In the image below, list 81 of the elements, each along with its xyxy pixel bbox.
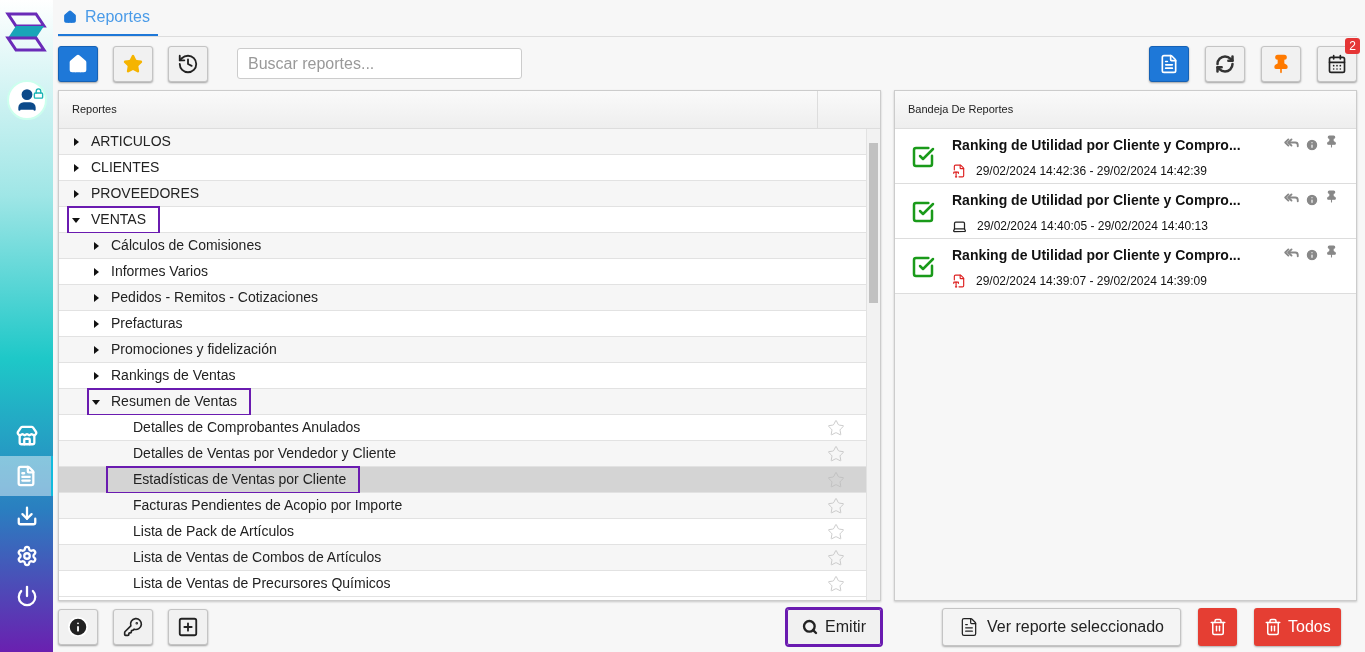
laptop-icon bbox=[952, 218, 967, 234]
info-icon bbox=[67, 615, 89, 638]
tree-folder-item[interactable]: ARTICULOS bbox=[69, 129, 183, 154]
tray-item[interactable]: Ranking de Utilidad por Cliente y Compro... 29/02/2024 14:40:05 - 29/02/2024 14:40:13 bbox=[895, 184, 1356, 239]
reply-all-icon[interactable] bbox=[1284, 245, 1299, 260]
report-title: Ranking de Utilidad por Cliente y Compro... bbox=[952, 246, 1242, 265]
scrollbar[interactable] bbox=[866, 129, 880, 600]
reply-all-icon[interactable] bbox=[1284, 190, 1299, 205]
report-time-range: 29/02/2024 14:40:05 - 29/02/2024 14:40:13 bbox=[977, 218, 1208, 235]
tree-report-item[interactable]: Detalles de Comprobantes Anulados bbox=[108, 415, 373, 440]
report-time-range: 29/02/2024 14:39:07 - 29/02/2024 14:39:09 bbox=[976, 273, 1207, 290]
favorite-star-icon[interactable] bbox=[827, 574, 845, 593]
info-icon[interactable] bbox=[1305, 138, 1319, 152]
tray-item[interactable]: Ranking de Utilidad por Cliente y Compro... 29/02/2024 14:42:36 - 29/02/2024 14:42:39 bbox=[895, 129, 1356, 184]
pin-button[interactable] bbox=[1261, 45, 1301, 82]
document-icon bbox=[959, 616, 979, 637]
pdf-icon bbox=[952, 274, 966, 288]
info-icon[interactable] bbox=[1305, 193, 1319, 207]
document-icon bbox=[1159, 53, 1179, 74]
user-avatar[interactable] bbox=[6, 80, 47, 120]
logo-icon bbox=[4, 12, 49, 52]
tree-folder-item[interactable]: VENTAS bbox=[69, 207, 158, 232]
report-time-range: 29/02/2024 14:42:36 - 29/02/2024 14:42:39 bbox=[976, 163, 1207, 180]
search-icon bbox=[802, 618, 819, 635]
tree-folder-item[interactable]: Prefacturas bbox=[89, 311, 195, 336]
settings-icon bbox=[15, 545, 38, 567]
calendar-icon bbox=[1327, 53, 1347, 74]
tray-item[interactable]: Ranking de Utilidad por Cliente y Compro... 29/02/2024 14:39:07 - 29/02/2024 14:39:09 bbox=[895, 239, 1356, 294]
info-icon[interactable] bbox=[1305, 248, 1319, 262]
panel-header: Bandeja De Reportes bbox=[907, 102, 1014, 118]
favorite-star-icon[interactable] bbox=[827, 496, 845, 515]
check-icon bbox=[911, 145, 935, 169]
notification-badge: 2 bbox=[1345, 37, 1360, 54]
emit-button[interactable]: Emitir bbox=[787, 608, 881, 645]
download-icon bbox=[15, 505, 38, 527]
power-icon bbox=[15, 585, 38, 607]
search-field[interactable]: Buscar reportes... bbox=[237, 48, 522, 79]
tree-report-item[interactable]: Lista de Pack de Artículos bbox=[108, 519, 307, 544]
home-button[interactable] bbox=[58, 45, 98, 82]
lock-icon bbox=[32, 88, 44, 99]
check-icon bbox=[911, 255, 935, 279]
add-button[interactable] bbox=[168, 608, 208, 645]
tree-folder-item[interactable]: Informes Varios bbox=[89, 259, 220, 284]
report-title: Ranking de Utilidad por Cliente y Compro... bbox=[952, 191, 1242, 210]
tree-report-item[interactable]: Lista de Ventas de Precursores Químicos bbox=[108, 571, 403, 596]
key-icon bbox=[123, 616, 143, 637]
reports-button[interactable] bbox=[1149, 45, 1189, 82]
report-title: Ranking de Utilidad por Cliente y Compro... bbox=[952, 136, 1242, 155]
store-icon bbox=[15, 425, 38, 447]
reply-all-icon[interactable] bbox=[1284, 135, 1299, 150]
pin-icon[interactable] bbox=[1325, 190, 1338, 203]
favorite-star-icon[interactable] bbox=[827, 548, 845, 567]
pdf-icon bbox=[952, 164, 966, 178]
delete-all-button[interactable]: Todos bbox=[1254, 607, 1341, 646]
panel-header: Reportes bbox=[71, 102, 118, 118]
star-icon bbox=[123, 53, 143, 74]
home-icon bbox=[68, 53, 88, 74]
delete-button[interactable] bbox=[1198, 607, 1237, 646]
trash-icon bbox=[1264, 617, 1282, 636]
check-icon bbox=[911, 200, 935, 224]
tree-folder-item[interactable]: Rankings de Ventas bbox=[89, 363, 248, 388]
home-icon bbox=[63, 10, 77, 24]
trash-icon bbox=[1208, 617, 1227, 636]
tree-folder-item[interactable]: CLIENTES bbox=[69, 155, 172, 180]
favorite-star-icon[interactable] bbox=[827, 444, 845, 463]
favorite-star-icon[interactable] bbox=[827, 418, 845, 437]
info-button[interactable] bbox=[58, 608, 98, 645]
plus-square-icon bbox=[177, 615, 199, 638]
sidebar-reports-button[interactable] bbox=[0, 456, 53, 496]
tree-folder-item[interactable]: PROVEEDORES bbox=[69, 181, 212, 206]
refresh-button[interactable] bbox=[1205, 45, 1245, 82]
refresh-icon bbox=[1215, 53, 1235, 74]
tree-folder-item[interactable]: Resumen de Ventas bbox=[89, 389, 250, 414]
history-icon bbox=[177, 52, 199, 75]
key-button[interactable] bbox=[113, 608, 153, 645]
view-report-button[interactable]: Ver reporte seleccionado bbox=[942, 607, 1181, 646]
pin-icon[interactable] bbox=[1325, 245, 1338, 258]
favorite-star-icon[interactable] bbox=[827, 522, 845, 541]
pin-icon bbox=[1271, 53, 1291, 74]
history-button[interactable] bbox=[168, 45, 208, 82]
pin-icon[interactable] bbox=[1325, 135, 1338, 148]
